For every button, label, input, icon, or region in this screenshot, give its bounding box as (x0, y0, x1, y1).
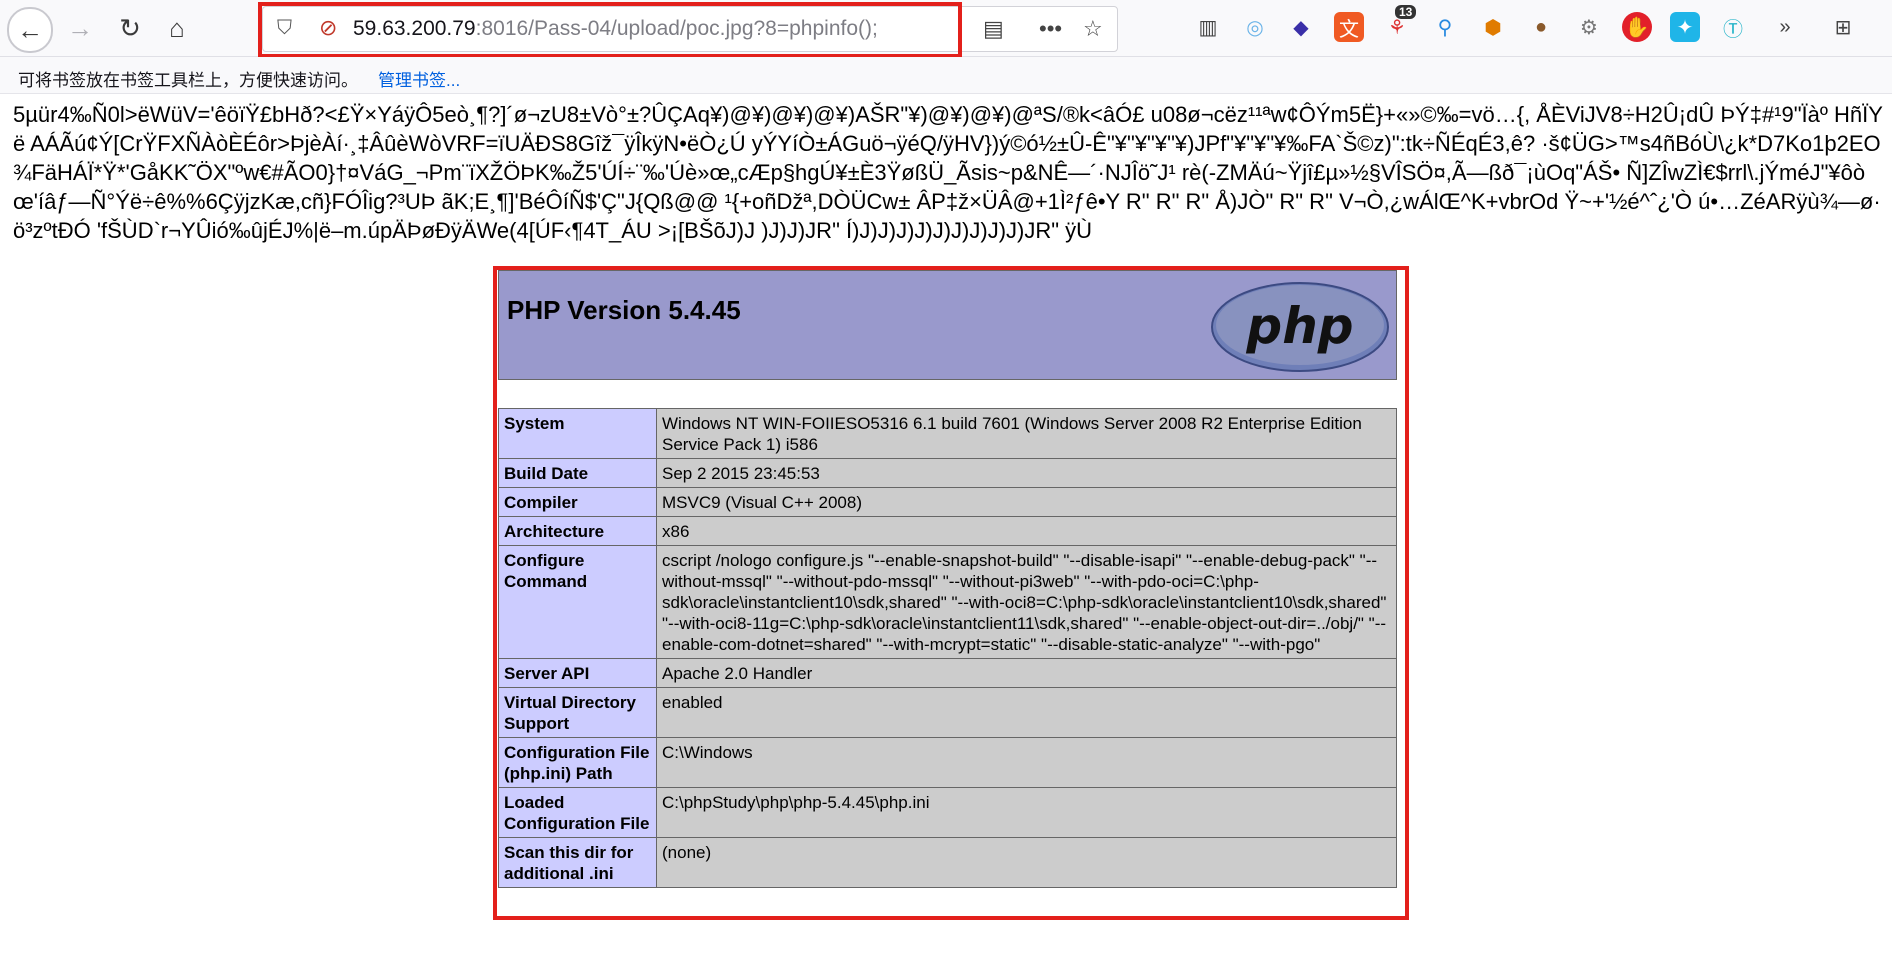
layers-icon[interactable]: ◆ (1286, 12, 1316, 42)
row-key: Configure Command (498, 545, 657, 659)
row-key: System (498, 408, 657, 459)
manage-bookmarks-link[interactable]: 管理书签... (378, 66, 460, 91)
php-version-title: PHP Version 5.4.45 (507, 295, 741, 325)
more-icon[interactable]: ••• (1039, 16, 1062, 42)
table-row: Build Date Sep 2 2015 23:45:53 (498, 458, 1397, 488)
reader-view-icon[interactable]: ▤ (983, 16, 1004, 42)
extensions-icon[interactable]: ⊞ (1828, 12, 1858, 42)
puzzle-icon[interactable]: ✦ (1670, 12, 1700, 42)
table-row: Compiler MSVC9 (Visual C++ 2008) (498, 487, 1397, 517)
row-key: Scan this dir for additional .ini (498, 837, 657, 888)
cookie-icon[interactable]: ● (1526, 12, 1556, 42)
table-row: Configure Command cscript /nologo configu… (498, 545, 1397, 659)
pin-icon[interactable]: ⚲ (1430, 12, 1460, 42)
row-key: Loaded Configuration File (498, 787, 657, 838)
table-row: System Windows NT WIN-FOIIESO5316 6.1 bui… (498, 408, 1397, 459)
forward-icon: → (67, 12, 93, 43)
overflow-icon[interactable]: » (1770, 12, 1800, 42)
phpinfo-header: PHP Version 5.4.45 php (498, 270, 1397, 380)
bookmarks-bar: 可将书签放在书签工具栏上，方便快速访问。 管理书签... (0, 57, 1892, 94)
row-value: (none) (656, 837, 1397, 888)
row-value: C:\phpStudy\php\php-5.4.45\php.ini (656, 787, 1397, 838)
row-value: enabled (656, 687, 1397, 738)
row-value: Apache 2.0 Handler (656, 658, 1397, 688)
circle-icon[interactable]: ◎ (1240, 12, 1270, 42)
hexagon-icon[interactable]: ⬢ (1478, 12, 1508, 42)
url-host: 59.63.200.79 (353, 17, 476, 40)
home-button[interactable]: ⌂ (155, 7, 199, 49)
php-logo-text: php (1245, 297, 1353, 355)
row-value: MSVC9 (Visual C++ 2008) (656, 487, 1397, 517)
table-row: Server API Apache 2.0 Handler (498, 658, 1397, 688)
row-key: Compiler (498, 487, 657, 517)
bookmark-star-icon[interactable]: ☆ (1083, 16, 1103, 42)
translate-icon[interactable]: 文 (1334, 12, 1364, 42)
binary-garbage-text: 5µür4‰Ñ0l>ëWüV='êöïŸ£bHð?<£Ÿ×YáÿÔ5eò¸¶?]… (13, 102, 1883, 243)
row-key: Architecture (498, 516, 657, 546)
gear-badge-icon[interactable]: ⚙ (1574, 12, 1604, 42)
row-key: Configuration File (php.ini) Path (498, 737, 657, 788)
extension-badge: 13 (1395, 5, 1417, 19)
browser-toolbar: ← → ↻ ⌂ ⛉ ⊘ 59.63.200.79:8016/Pass-04/up… (0, 0, 1892, 58)
sidebar-icon[interactable]: ▥ (1193, 12, 1223, 42)
row-value: Sep 2 2015 23:45:53 (656, 458, 1397, 488)
row-value: x86 (656, 516, 1397, 546)
reload-icon: ↻ (119, 12, 141, 43)
row-value: Windows NT WIN-FOIIESO5316 6.1 build 760… (656, 408, 1397, 459)
forward-button[interactable]: → (58, 7, 102, 49)
t-icon[interactable]: Ⓣ (1718, 12, 1748, 42)
row-key: Server API (498, 658, 657, 688)
shield-icon[interactable]: ⛉ (277, 17, 292, 40)
back-button[interactable]: ← (7, 7, 53, 53)
insecure-lock-icon[interactable]: ⊘ (319, 15, 337, 41)
url-path: :8016/Pass-04/upload/poc.jpg?8=phpinfo()… (475, 17, 878, 40)
table-row: Architecture x86 (498, 516, 1397, 546)
reload-button[interactable]: ↻ (108, 7, 152, 49)
row-value: C:\Windows (656, 737, 1397, 788)
php-logo-icon: php (1211, 282, 1389, 372)
row-key: Build Date (498, 458, 657, 488)
row-key: Virtual Directory Support (498, 687, 657, 738)
phpinfo-table: System Windows NT WIN-FOIIESO5316 6.1 bui… (498, 408, 1397, 888)
table-row: Configuration File (php.ini) Path C:\Wind… (498, 737, 1397, 788)
stop-icon[interactable]: ✋ (1622, 12, 1652, 42)
home-icon: ⌂ (169, 12, 185, 43)
back-icon: ← (17, 14, 43, 45)
table-row: Loaded Configuration File C:\phpStudy\php… (498, 787, 1397, 838)
table-row: Scan this dir for additional .ini (none) (498, 837, 1397, 888)
url-bar[interactable]: ⛉ ⊘ 59.63.200.79:8016/Pass-04/upload/poc… (262, 6, 1118, 52)
url-text[interactable]: 59.63.200.79:8016/Pass-04/upload/poc.jpg… (353, 17, 878, 41)
row-value: cscript /nologo configure.js "--enable-s… (656, 545, 1397, 659)
bookmarks-hint: 可将书签放在书签工具栏上，方便快速访问。 (18, 71, 358, 90)
table-row: Virtual Directory Support enabled (498, 687, 1397, 738)
